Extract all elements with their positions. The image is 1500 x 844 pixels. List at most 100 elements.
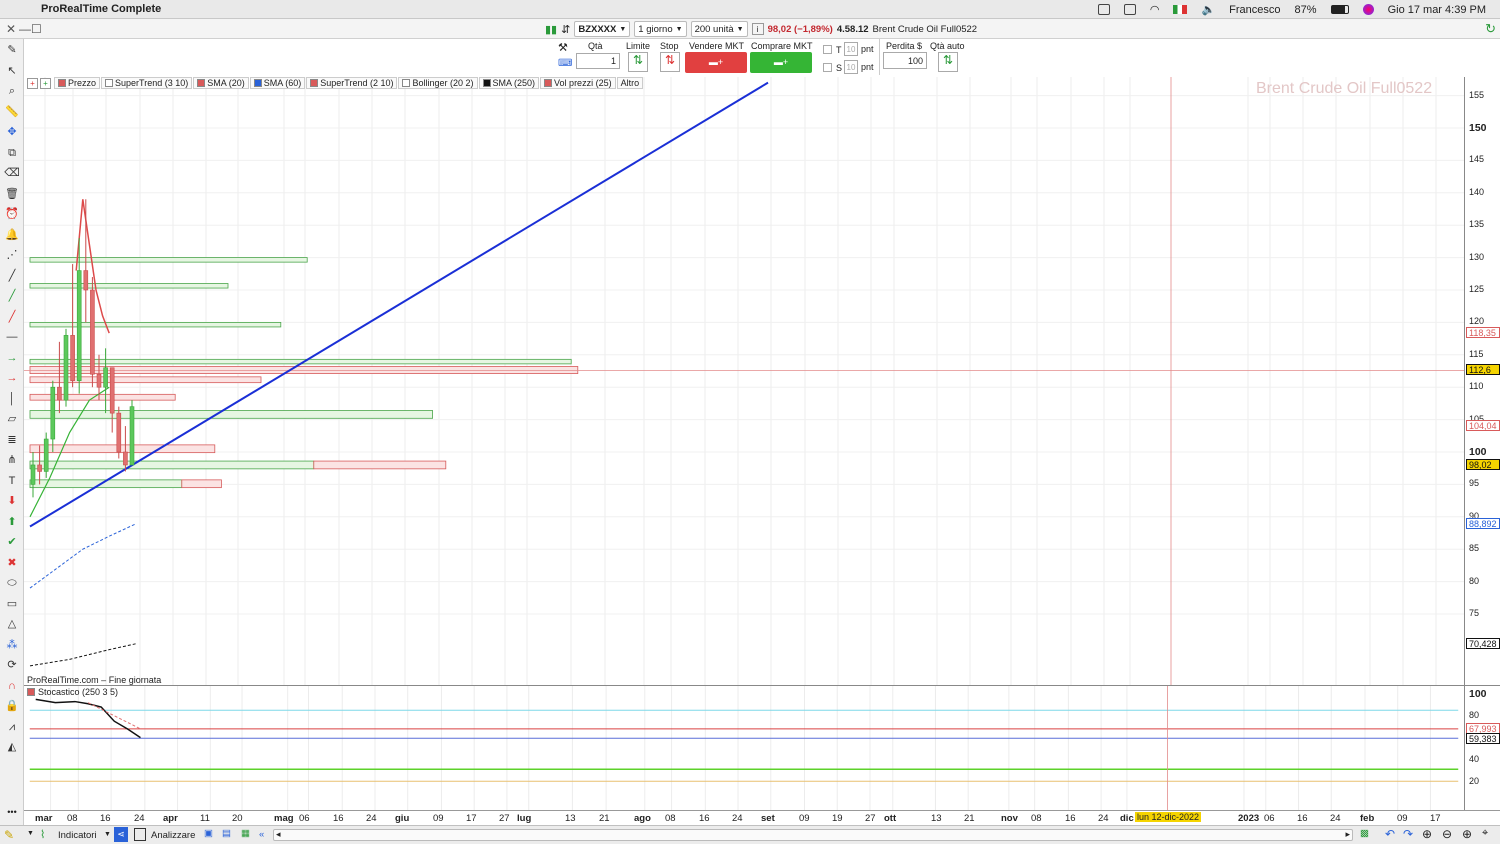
minimize-icon[interactable]: — — [19, 22, 31, 36]
eraser-icon[interactable]: ⌫ — [4, 166, 20, 180]
dropdown-icon[interactable]: ▼ — [27, 830, 34, 837]
expand-icon[interactable]: + — [27, 77, 38, 89]
legend-item[interactable]: Bollinger (20 2) — [398, 77, 478, 89]
fibonacci-icon[interactable]: ≣ — [4, 433, 20, 447]
zoom-chart-icon[interactable]: ▩ — [1360, 828, 1369, 839]
refresh-icon[interactable]: ↻ — [1485, 21, 1496, 37]
legend-item[interactable]: SMA (60) — [249, 77, 306, 89]
candle-body[interactable] — [90, 289, 95, 375]
clock[interactable]: Gio 17 mar 4:39 PM — [1388, 4, 1486, 16]
ticker-select[interactable]: BZXXXX ▼ — [574, 21, 631, 37]
legend-item[interactable]: SMA (250) — [478, 77, 540, 89]
cross-icon[interactable]: ✖ — [4, 556, 20, 570]
candle-body[interactable] — [37, 464, 42, 472]
regression-icon[interactable]: ◭ — [4, 740, 20, 754]
info-icon[interactable]: i — [751, 23, 764, 35]
trendline[interactable] — [29, 81, 769, 528]
more-tools-icon[interactable]: ••• — [4, 805, 20, 819]
ellipse-icon[interactable]: ⬭ — [4, 576, 20, 590]
candle-body[interactable] — [123, 451, 128, 466]
window-list-icon[interactable]: ▤ — [222, 828, 231, 839]
legend-item[interactable]: Altro — [616, 77, 644, 89]
sr-zone[interactable] — [29, 410, 434, 419]
up-arrow-icon[interactable]: ⬆ — [4, 515, 20, 529]
hline-icon[interactable]: — — [4, 330, 20, 344]
stop-order-button[interactable]: ⇅ — [660, 52, 680, 72]
stop-loss-input[interactable]: 10 — [844, 60, 858, 74]
candle-body[interactable] — [76, 270, 82, 382]
analyze-button[interactable]: Analizzare — [151, 830, 195, 841]
wrench-icon[interactable]: ⚒ — [558, 41, 568, 54]
sr-zone[interactable] — [29, 460, 315, 470]
loss-input[interactable]: 100 — [883, 52, 927, 69]
candle-body[interactable] — [116, 412, 122, 453]
sr-zone[interactable] — [313, 460, 447, 470]
auto-qty-button[interactable]: ⇅ — [938, 52, 958, 72]
legend-item[interactable]: Prezzo — [54, 77, 101, 89]
keyboard-icon[interactable]: ⌨ — [558, 58, 572, 69]
candle-body[interactable] — [109, 367, 115, 414]
take-profit-input[interactable]: 10 — [844, 42, 858, 56]
trash-icon[interactable]: 🗑 — [4, 187, 20, 201]
ruler-icon[interactable]: 📏 — [4, 105, 20, 119]
price-axis[interactable]: 155 150 145 140 135 130 125 120 115 110 105 100 95 90… — [1464, 77, 1500, 685]
move-icon[interactable]: ✥ — [4, 125, 20, 139]
candle-body[interactable] — [103, 367, 108, 388]
take-profit-checkbox[interactable] — [823, 45, 832, 54]
check-icon[interactable]: ✔ — [4, 535, 20, 549]
volume-icon[interactable]: 🔈 — [1201, 3, 1215, 16]
legend-item[interactable]: Vol prezzi (25) — [540, 77, 616, 89]
line-icon[interactable]: ╱ — [4, 269, 20, 283]
maximize-icon[interactable]: ☐ — [31, 22, 42, 36]
layout-icon[interactable]: ▣ — [204, 828, 213, 839]
sr-zone[interactable] — [29, 283, 229, 289]
legend-item[interactable]: SuperTrend (2 10) — [306, 77, 398, 89]
stochastic-axis[interactable]: 100 80 40 20 67,993 59,383 — [1464, 685, 1500, 810]
sr-zone[interactable] — [181, 479, 222, 489]
candle-body[interactable] — [96, 373, 102, 388]
lock-icon[interactable]: 🔒 — [4, 699, 20, 713]
close-icon[interactable]: ✕ — [6, 22, 16, 36]
flag-icon[interactable] — [1173, 5, 1188, 14]
channel-icon[interactable]: ▱ — [4, 412, 20, 426]
pitchfork-icon[interactable]: ⋔ — [4, 453, 20, 467]
rectangle-icon[interactable]: ▭ — [4, 597, 20, 611]
units-select[interactable]: 200 unità ▼ — [690, 21, 748, 37]
user-name[interactable]: Francesco — [1229, 4, 1280, 16]
stochastic-panel[interactable] — [24, 685, 1464, 810]
chart-add-icon[interactable]: ▦ — [241, 828, 250, 839]
share-icon[interactable]: ⋖ — [114, 827, 128, 842]
app-name[interactable]: ProRealTime Complete — [41, 3, 161, 15]
magnifier-icon[interactable]: ⌕ — [4, 84, 20, 98]
siri-icon[interactable] — [1362, 4, 1374, 15]
buy-market-button[interactable]: ▬+ — [750, 52, 812, 73]
magnet-icon[interactable]: ∩ — [4, 679, 20, 693]
copy-icon[interactable]: ⧉ — [4, 146, 20, 160]
toolbox-icon[interactable] — [1097, 4, 1110, 15]
stop-loss-checkbox[interactable] — [823, 63, 832, 72]
qty-input[interactable]: 1 — [576, 53, 620, 69]
bell-icon[interactable]: 🔔 — [4, 228, 20, 242]
down-arrow-icon[interactable]: ⬇ — [4, 494, 20, 508]
battery-icon[interactable] — [1330, 5, 1349, 14]
candle-body[interactable] — [83, 270, 89, 291]
paint-icon[interactable]: ✎ — [4, 828, 14, 842]
horizontal-scrollbar[interactable]: ◂ ▸ — [273, 829, 1353, 841]
sync-icon[interactable]: ⇵ — [561, 23, 570, 36]
indicators-caret-icon[interactable]: ▼ — [104, 831, 111, 838]
scroll-right-icon[interactable]: ▸ — [1345, 829, 1350, 840]
crosshair-icon[interactable]: ⌖ — [1482, 827, 1488, 840]
candle-body[interactable] — [70, 335, 75, 382]
pencil-icon[interactable]: ✎ — [4, 43, 20, 57]
candle-body[interactable] — [57, 386, 62, 401]
wifi-icon[interactable]: ◠ — [1150, 3, 1160, 16]
text-icon[interactable]: T — [4, 474, 20, 488]
red-line-icon[interactable]: ╱ — [4, 310, 20, 324]
zoom-fit-icon[interactable]: ⊕ — [1422, 827, 1432, 841]
legend-item[interactable]: SMA (20) — [193, 77, 249, 89]
stats-icon[interactable]: ⩘ — [4, 720, 20, 734]
candle-body[interactable] — [129, 406, 135, 466]
alarm-icon[interactable]: ⏰ — [4, 207, 20, 221]
chart-type-icon[interactable]: ▮▮ — [545, 23, 557, 36]
indicators-button[interactable]: Indicatori — [58, 830, 97, 841]
